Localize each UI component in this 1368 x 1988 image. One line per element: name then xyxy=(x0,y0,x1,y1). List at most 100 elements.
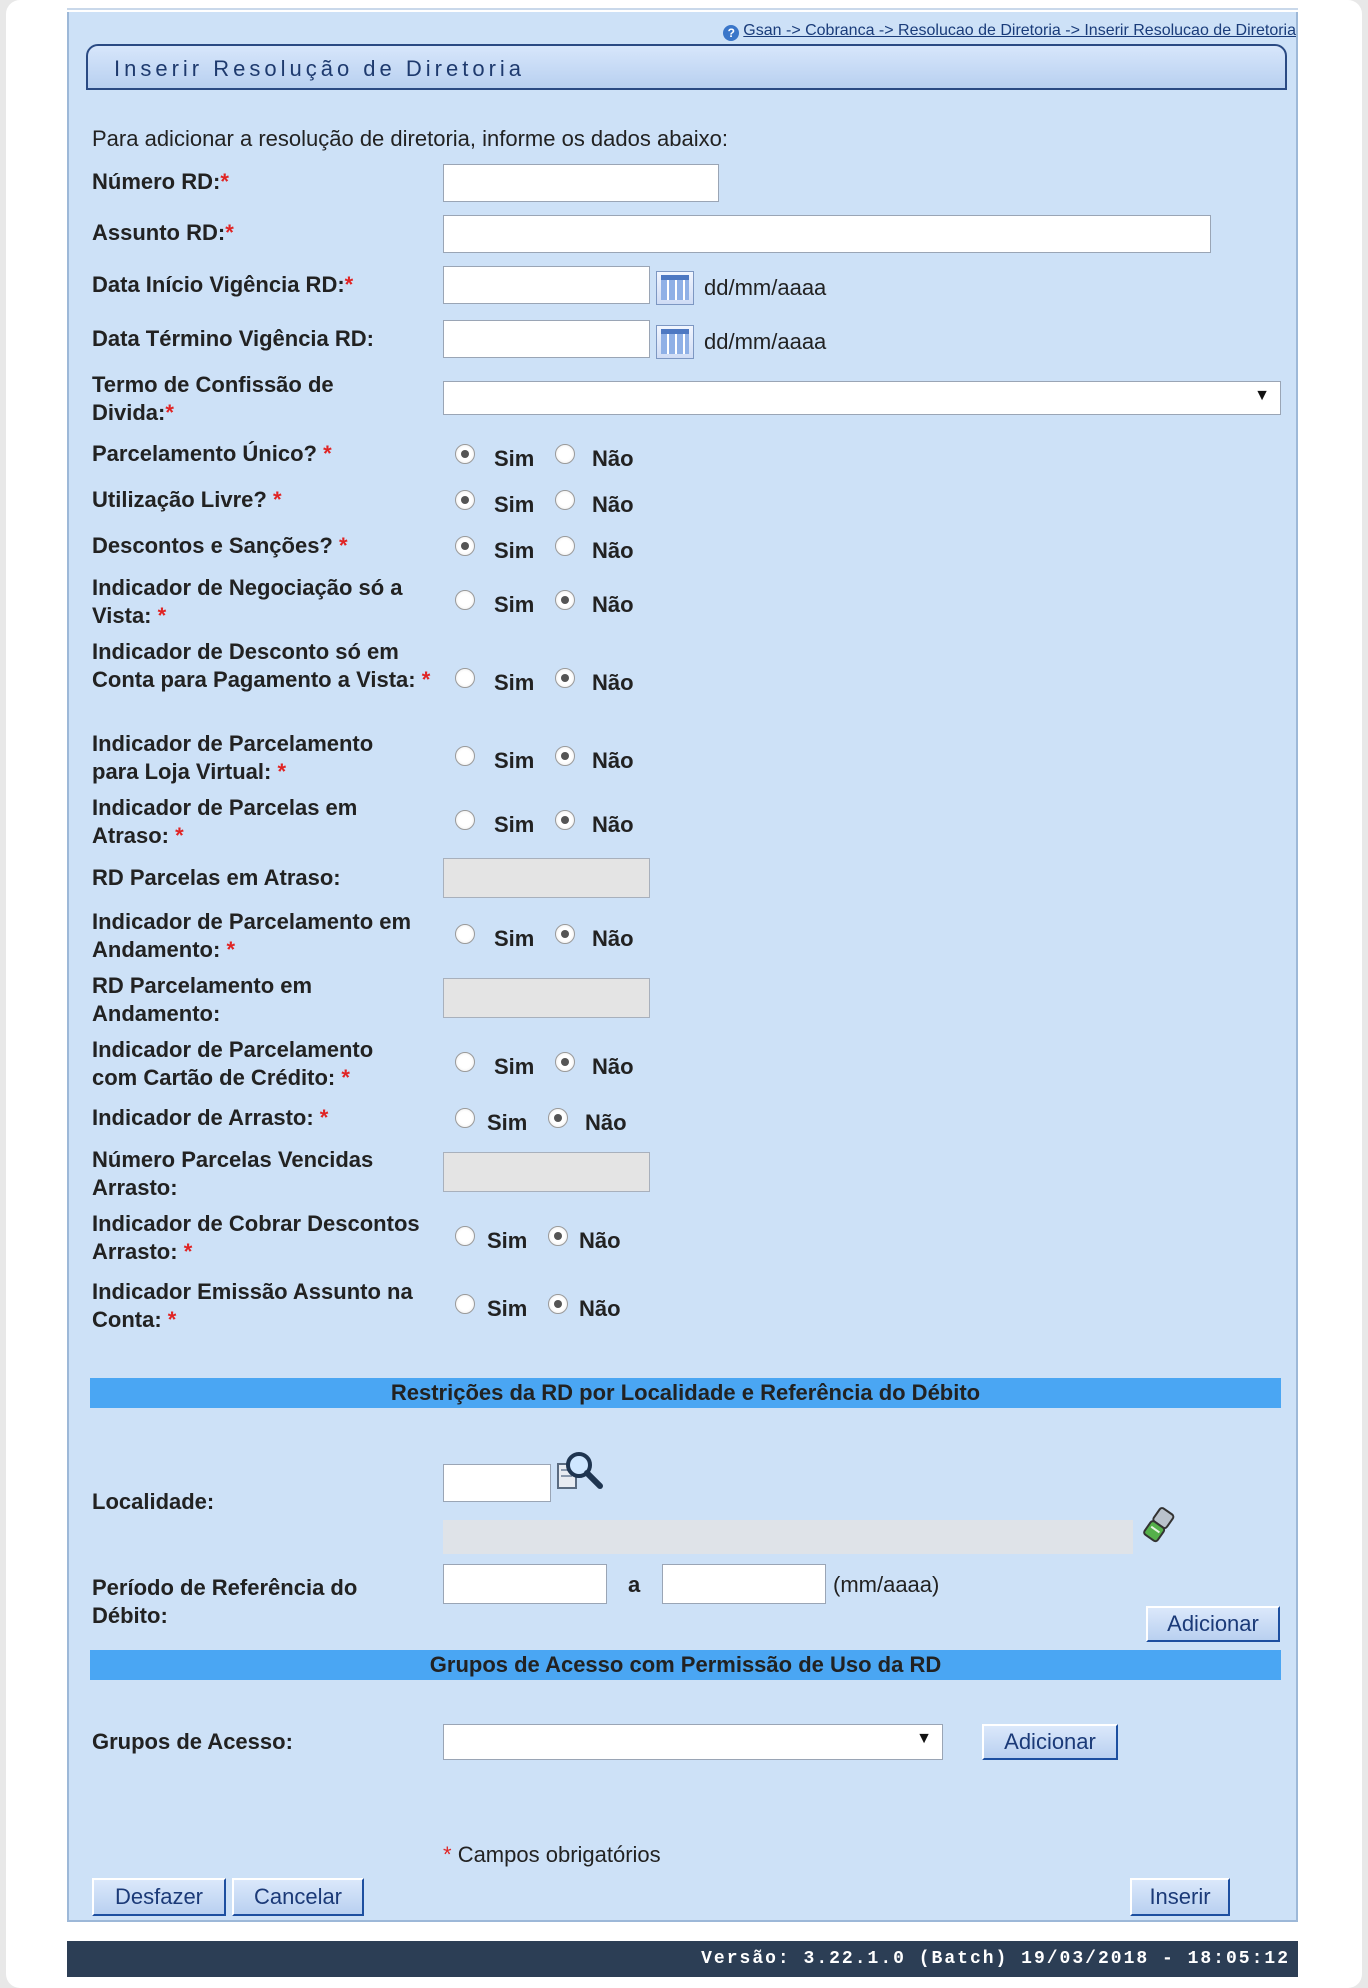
descontos-sancoes-label: Descontos e Sanções? * xyxy=(92,533,348,558)
radio-nao[interactable] xyxy=(555,444,575,464)
radio-sim-label: Sim xyxy=(494,926,535,951)
breadcrumb-text[interactable]: Gsan -> Cobranca -> Resolucao de Diretor… xyxy=(743,22,1296,39)
numero-rd-input[interactable] xyxy=(443,164,719,202)
radio-nao[interactable] xyxy=(555,536,575,556)
radio-nao-label: Não xyxy=(585,1110,627,1135)
termo-confissao-select[interactable]: ▼ xyxy=(443,381,1281,415)
radio-sim[interactable] xyxy=(455,590,475,610)
eraser-icon[interactable] xyxy=(1140,1505,1178,1547)
grupos-acesso-select[interactable]: ▼ xyxy=(443,1724,943,1760)
periodo-ref-label: Período de Referência do Débito: xyxy=(92,1575,358,1628)
search-icon[interactable] xyxy=(556,1450,604,1494)
radio-nao[interactable] xyxy=(555,668,575,688)
radio-nao[interactable] xyxy=(548,1294,568,1314)
radio-nao[interactable] xyxy=(555,924,575,944)
data-termino-label: Data Término Vigência RD: xyxy=(92,326,374,351)
radio-sim[interactable] xyxy=(455,1294,475,1314)
date-format-hint: dd/mm/aaaa xyxy=(704,329,827,354)
breadcrumb[interactable]: ? Gsan -> Cobranca -> Resolucao de Direto… xyxy=(723,22,1296,41)
radio-sim[interactable] xyxy=(455,444,475,464)
inserir-button[interactable]: Inserir xyxy=(1130,1878,1230,1916)
radio-sim-label: Sim xyxy=(494,538,535,563)
num-parcelas-vencidas-label: Número Parcelas Vencidas Arrasto: xyxy=(92,1147,374,1200)
assunto-rd-input[interactable] xyxy=(443,215,1211,253)
parcelamento-unico-label: Parcelamento Único? * xyxy=(92,441,332,466)
periodo-fim-input[interactable] xyxy=(662,1564,826,1604)
radio-sim-label: Sim xyxy=(494,446,535,471)
radio-sim-label: Sim xyxy=(487,1228,528,1253)
radio-nao[interactable] xyxy=(548,1108,568,1128)
radio-nao-label: Não xyxy=(579,1296,621,1321)
cancelar-button[interactable]: Cancelar xyxy=(232,1878,364,1916)
parc-cartao-label: Indicador de Parcelamento com Cartão de … xyxy=(92,1037,374,1090)
radio-nao-label: Não xyxy=(579,1228,621,1253)
radio-nao[interactable] xyxy=(548,1226,568,1246)
cobrar-desc-arrasto-label: Indicador de Cobrar Descontos Arrasto: * xyxy=(92,1211,420,1264)
data-inicio-input[interactable] xyxy=(443,266,650,304)
page-title: Inserir Resolução de Diretoria xyxy=(114,56,526,81)
rd-parc-andamento-label: RD Parcelamento em Andamento: xyxy=(92,973,313,1026)
radio-nao-label: Não xyxy=(592,1054,634,1079)
help-icon[interactable]: ? xyxy=(723,25,740,41)
parc-loja-virtual-label: Indicador de Parcelamento para Loja Virt… xyxy=(92,731,374,784)
page-title-bar: Inserir Resolução de Diretoria xyxy=(86,44,1287,90)
radio-sim[interactable] xyxy=(455,490,475,510)
radio-sim[interactable] xyxy=(455,668,475,688)
localidade-description-field xyxy=(443,1520,1133,1554)
adicionar-localidade-button[interactable]: Adicionar xyxy=(1146,1606,1280,1642)
section-restricoes-header: Restrições da RD por Localidade e Referê… xyxy=(90,1378,1281,1408)
radio-nao-label: Não xyxy=(592,492,634,517)
assunto-rd-label: Assunto RD:* xyxy=(92,220,234,245)
desfazer-button[interactable]: Desfazer xyxy=(92,1878,226,1916)
top-divider xyxy=(67,8,1298,10)
radio-sim-label: Sim xyxy=(487,1110,528,1135)
emissao-assunto-label: Indicador Emissão Assunto na Conta: * xyxy=(92,1279,413,1332)
range-separator: a xyxy=(628,1572,641,1597)
radio-sim-label: Sim xyxy=(494,1054,535,1079)
data-termino-input[interactable] xyxy=(443,320,650,358)
radio-nao[interactable] xyxy=(555,746,575,766)
radio-sim[interactable] xyxy=(455,536,475,556)
radio-nao[interactable] xyxy=(555,1052,575,1072)
numero-rd-label: Número RD:* xyxy=(92,169,229,194)
rd-parc-andamento-field xyxy=(443,978,650,1018)
localidade-input[interactable] xyxy=(443,1464,551,1502)
parc-andamento-label: Indicador de Parcelamento em Andamento: … xyxy=(92,909,412,962)
calendar-icon[interactable] xyxy=(656,271,694,305)
radio-nao-label: Não xyxy=(592,926,634,951)
date-format-hint: dd/mm/aaaa xyxy=(704,275,827,300)
radio-sim-label: Sim xyxy=(487,1296,528,1321)
chevron-down-icon: ▼ xyxy=(1254,387,1270,404)
neg-vista-label: Indicador de Negociação só a Vista: * xyxy=(92,575,403,628)
radio-nao-label: Não xyxy=(592,812,634,837)
required-note: * Campos obrigatórios xyxy=(443,1842,661,1867)
radio-nao-label: Não xyxy=(592,538,634,563)
version-footer: Versão: 3.22.1.0 (Batch) 19/03/2018 - 18… xyxy=(67,1941,1298,1977)
chevron-down-icon: ▼ xyxy=(916,1730,932,1747)
radio-sim[interactable] xyxy=(455,924,475,944)
radio-sim[interactable] xyxy=(455,810,475,830)
desc-conta-vista-label: Indicador de Desconto só em Conta para P… xyxy=(92,639,431,692)
arrasto-label: Indicador de Arrasto: * xyxy=(92,1105,329,1130)
parcelas-atraso-label: Indicador de Parcelas em Atraso: * xyxy=(92,795,358,848)
month-format-hint: (mm/aaaa) xyxy=(833,1572,940,1597)
radio-sim[interactable] xyxy=(455,746,475,766)
radio-nao-label: Não xyxy=(592,592,634,617)
calendar-icon[interactable] xyxy=(656,325,694,359)
radio-sim-label: Sim xyxy=(494,670,535,695)
radio-sim[interactable] xyxy=(455,1052,475,1072)
radio-nao[interactable] xyxy=(555,810,575,830)
intro-text: Para adicionar a resolução de diretoria,… xyxy=(92,126,728,151)
rd-parcelas-atraso-field xyxy=(443,858,650,898)
radio-sim[interactable] xyxy=(455,1226,475,1246)
adicionar-grupo-button[interactable]: Adicionar xyxy=(982,1724,1118,1760)
radio-nao-label: Não xyxy=(592,446,634,471)
radio-nao-label: Não xyxy=(592,670,634,695)
utilizacao-livre-label: Utilização Livre? * xyxy=(92,487,282,512)
radio-nao[interactable] xyxy=(555,490,575,510)
radio-nao-label: Não xyxy=(592,748,634,773)
radio-sim[interactable] xyxy=(455,1108,475,1128)
section-grupos-header: Grupos de Acesso com Permissão de Uso da… xyxy=(90,1650,1281,1680)
periodo-inicio-input[interactable] xyxy=(443,1564,607,1604)
radio-nao[interactable] xyxy=(555,590,575,610)
